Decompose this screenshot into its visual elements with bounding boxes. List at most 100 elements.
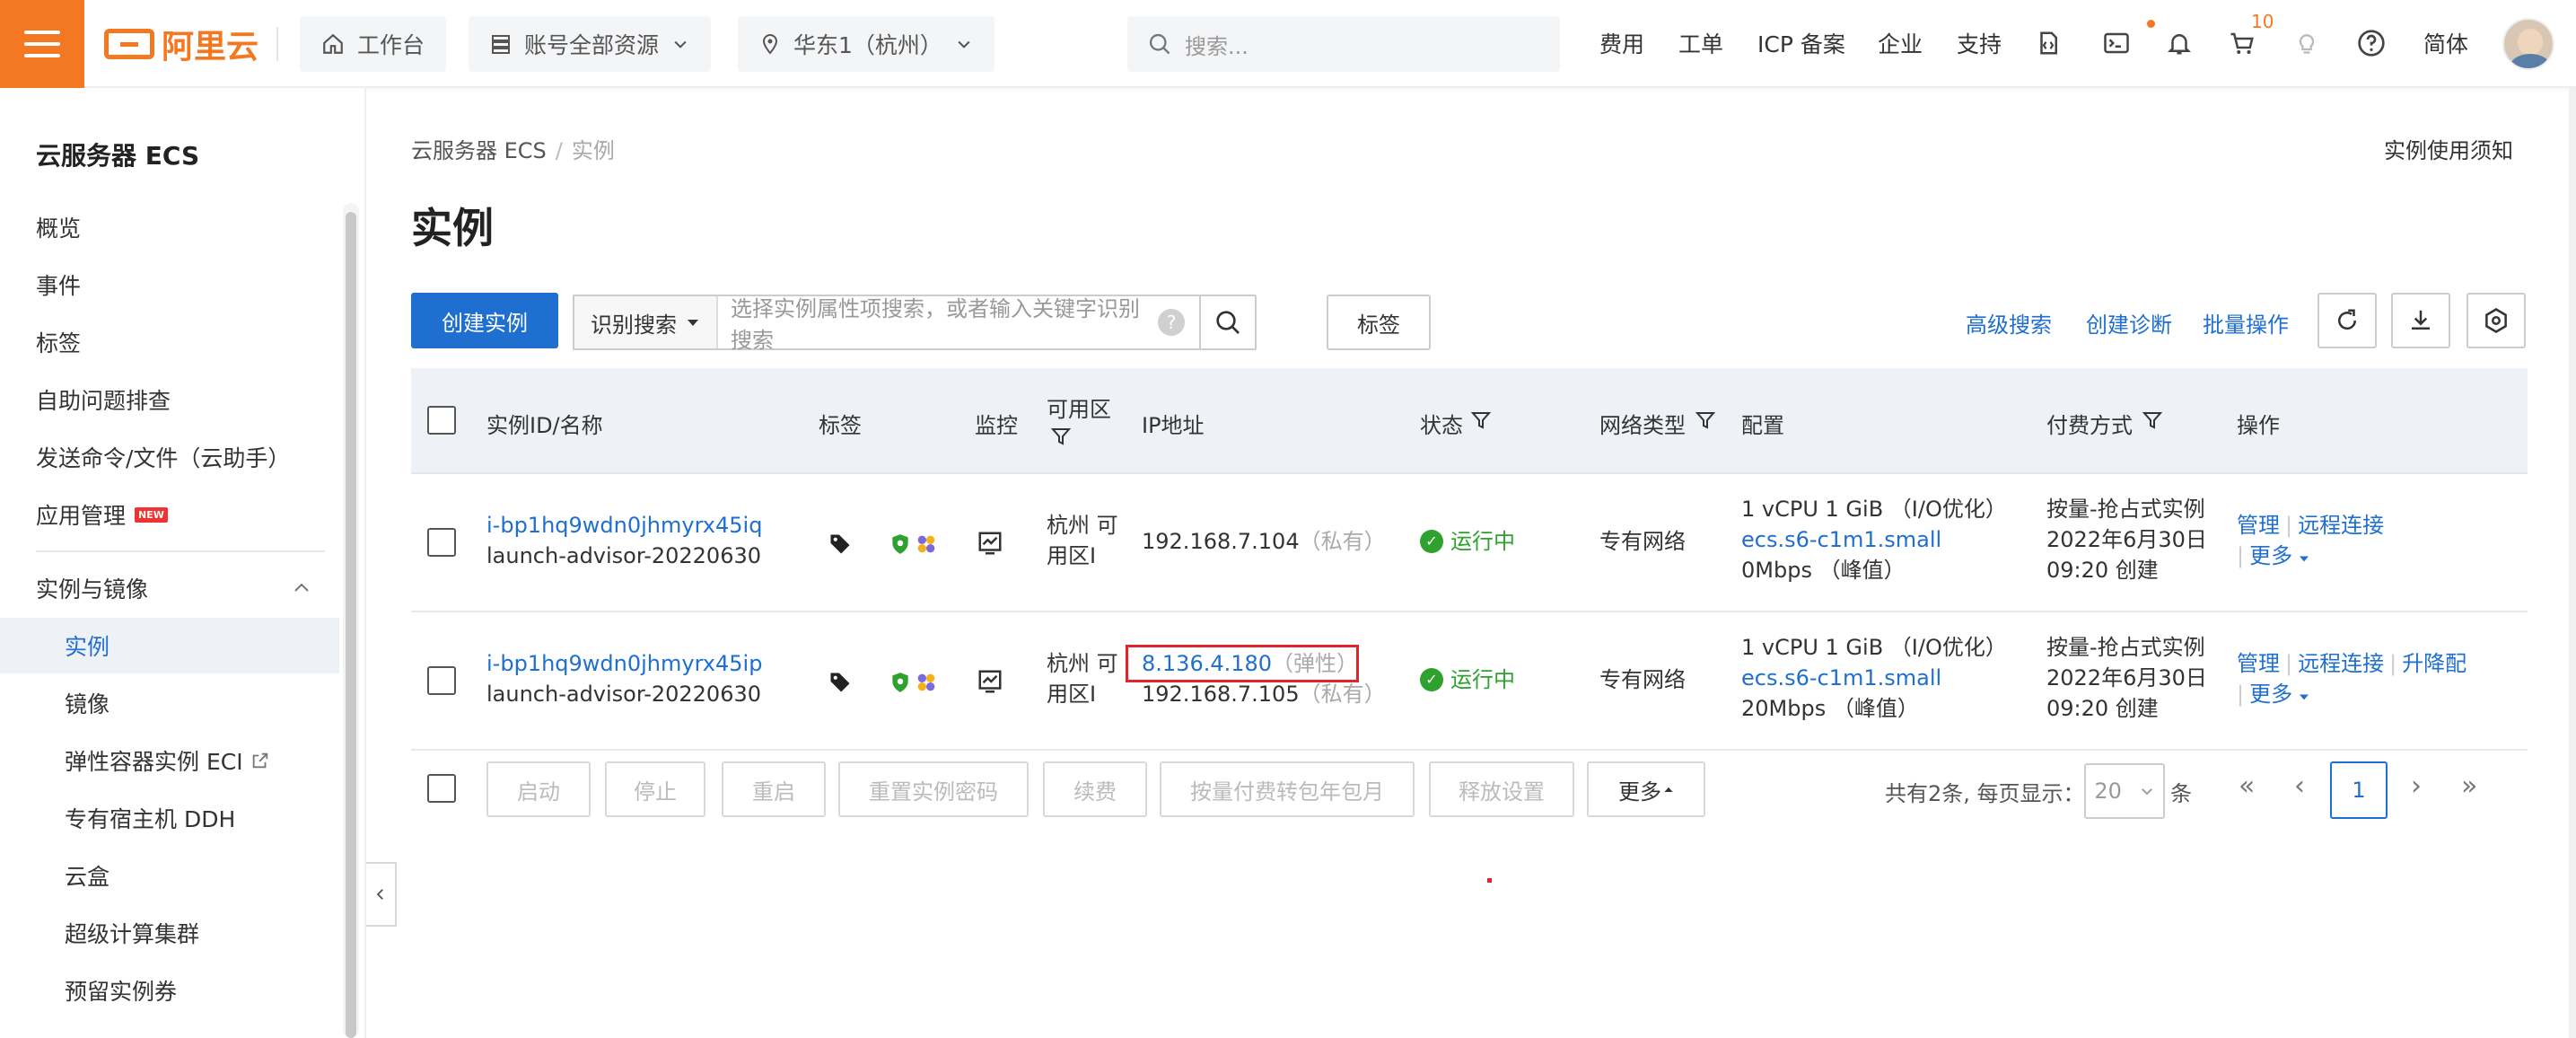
current-page-button[interactable]: 1 (2330, 761, 2388, 819)
sidebar-group-instances-images[interactable]: 实例与镜像 (0, 560, 339, 616)
page-title: 实例 (411, 204, 494, 252)
filter-search-button[interactable] (1199, 296, 1255, 348)
manage-link[interactable]: 管理 (2237, 651, 2280, 676)
code-icon[interactable] (2032, 27, 2064, 59)
terminal-icon[interactable] (2100, 27, 2133, 59)
more-actions-link[interactable]: 更多 (2249, 543, 2292, 568)
help-icon[interactable] (2355, 27, 2388, 59)
prev-page-icon[interactable]: ‹ (2294, 770, 2305, 802)
sidebar-item-reserved-instances[interactable]: 预留实例券 (0, 963, 339, 1018)
reset-password-button[interactable]: 重置实例密码 (838, 761, 1029, 817)
sidebar-item-ddh[interactable]: 专有宿主机 DDH (0, 790, 339, 846)
sidebar-item-troubleshoot[interactable]: 自助问题排查 (0, 372, 339, 427)
filter-icon[interactable] (1695, 409, 1716, 431)
menu-icon[interactable] (0, 0, 84, 88)
instance-filter: 识别搜索 选择实例属性项搜索，或者输入关键字识别搜索 ? (573, 295, 1257, 353)
sidebar-item-eci[interactable]: 弹性容器实例 ECI (0, 733, 339, 788)
sidebar-item-app-management[interactable]: 应用管理 NEW (0, 487, 339, 542)
row-checkbox[interactable] (427, 528, 456, 557)
sidebar-item-cloud-assistant[interactable]: 发送命令/文件（云助手） (0, 429, 339, 485)
resize-link[interactable]: 升降配 (2402, 651, 2466, 676)
select-all-checkbox[interactable] (427, 406, 456, 435)
nav-enterprise[interactable]: 企业 (1878, 27, 1923, 59)
security-scan-icon[interactable] (914, 670, 939, 695)
refresh-button[interactable] (2318, 293, 2377, 348)
page-size-select[interactable]: 20 (2084, 763, 2165, 819)
filter-type-select[interactable]: 识别搜索 (574, 296, 718, 348)
filter-icon[interactable] (1470, 409, 1492, 431)
monitor-chart-icon[interactable] (977, 668, 1003, 695)
sidebar-item-overview[interactable]: 概览 (0, 199, 339, 255)
security-scan-icon[interactable] (914, 532, 939, 557)
renew-button[interactable]: 续费 (1043, 761, 1147, 817)
monitor-chart-icon[interactable] (977, 530, 1003, 557)
sidebar-item-label: 镜像 (65, 691, 110, 717)
manage-link[interactable]: 管理 (2237, 513, 2280, 538)
release-settings-button[interactable]: 释放设置 (1429, 761, 1574, 817)
more-actions-link[interactable]: 更多 (2249, 682, 2292, 707)
sidebar-item-label: 实例 (65, 634, 110, 660)
account-resources-dropdown[interactable]: 账号全部资源 (469, 16, 712, 72)
nav-tickets[interactable]: 工单 (1678, 27, 1723, 59)
nav-icp[interactable]: ICP 备案 (1757, 27, 1845, 59)
sidebar-title: 云服务器 ECS (36, 141, 200, 171)
sidebar-item-label: 自助问题排查 (36, 388, 171, 414)
settings-button[interactable] (2466, 293, 2526, 348)
avatar[interactable] (2502, 18, 2554, 70)
sidebar-item-instances[interactable]: 实例 (0, 618, 339, 673)
shield-icon[interactable] (889, 532, 912, 557)
download-button[interactable] (2391, 293, 2450, 348)
last-page-icon[interactable]: » (2461, 770, 2477, 802)
nav-fees[interactable]: 费用 (1599, 27, 1644, 59)
sidebar-item-supercomputing[interactable]: 超级计算集群 (0, 905, 339, 961)
header-tags: 标签 (819, 413, 862, 438)
sidebar-item-events[interactable]: 事件 (0, 257, 339, 312)
instance-id-link[interactable]: i-bp1hq9wdn0jhmyrx45ip (486, 648, 762, 679)
header-network: 网络类型 (1599, 413, 1686, 438)
create-diagnosis-link[interactable]: 创建诊断 (2086, 307, 2172, 339)
aliyun-logo[interactable]: 阿里云 (104, 23, 258, 66)
language-switch[interactable]: 简体 (2423, 27, 2468, 59)
instance-type-link[interactable]: ecs.s6-c1m1.small (1741, 663, 2007, 693)
filter-icon[interactable] (1050, 426, 1072, 447)
breadcrumb-current: 实例 (571, 138, 615, 163)
filter-input[interactable]: 选择实例属性项搜索，或者输入关键字识别搜索 (718, 291, 1158, 354)
more-batch-button[interactable]: 更多 (1587, 761, 1705, 817)
help-icon[interactable]: ? (1158, 309, 1185, 336)
region-dropdown[interactable]: 华东1（杭州） (738, 16, 994, 72)
workbench-button[interactable]: 工作台 (300, 16, 447, 72)
start-button[interactable]: 启动 (486, 761, 591, 817)
remote-connect-link[interactable]: 远程连接 (2298, 513, 2384, 538)
lightbulb-icon[interactable] (2291, 27, 2323, 59)
shield-icon[interactable] (889, 670, 912, 695)
stop-button[interactable]: 停止 (605, 761, 705, 817)
tag-icon[interactable] (828, 532, 853, 557)
remote-connect-link[interactable]: 远程连接 (2298, 651, 2384, 676)
sidebar-scrollbar[interactable] (343, 203, 359, 1038)
footer-select-all-checkbox[interactable] (427, 774, 456, 803)
sidebar-item-images[interactable]: 镜像 (0, 675, 339, 731)
tag-icon[interactable] (828, 670, 853, 695)
first-page-icon[interactable]: « (2239, 770, 2255, 802)
public-ip-link[interactable]: 8.136.4.180 (1142, 651, 1272, 676)
instance-type-link[interactable]: ecs.s6-c1m1.small (1741, 524, 2007, 555)
tag-filter-button[interactable]: 标签 (1327, 295, 1431, 350)
sidebar-item-cloud-box[interactable]: 云盒 (0, 848, 339, 903)
nav-support[interactable]: 支持 (1957, 27, 2002, 59)
breadcrumb-root[interactable]: 云服务器 ECS (411, 138, 547, 163)
region-label: 华东1（杭州） (793, 32, 942, 58)
convert-billing-button[interactable]: 按量付费转包年包月 (1160, 761, 1415, 817)
batch-ops-link[interactable]: 批量操作 (2203, 307, 2289, 339)
filter-icon[interactable] (2142, 409, 2163, 431)
advanced-search-link[interactable]: 高级搜索 (1966, 307, 2052, 339)
sidebar-collapse-button[interactable] (366, 862, 397, 927)
row-checkbox[interactable] (427, 666, 456, 695)
global-search-input[interactable]: 搜索... (1127, 16, 1560, 72)
bell-icon[interactable] (2163, 27, 2195, 59)
instance-notice-link[interactable]: 实例使用须知 (2384, 133, 2513, 164)
next-page-icon[interactable]: › (2411, 770, 2422, 802)
restart-button[interactable]: 重启 (722, 761, 826, 817)
sidebar-item-tags[interactable]: 标签 (0, 314, 339, 370)
create-instance-button[interactable]: 创建实例 (411, 293, 558, 348)
instance-id-link[interactable]: i-bp1hq9wdn0jhmyrx45iq (486, 510, 762, 541)
